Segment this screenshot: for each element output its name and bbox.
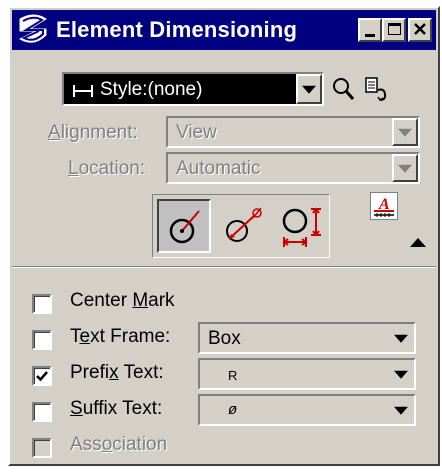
association-label: Association xyxy=(70,434,168,455)
chevron-down-icon[interactable] xyxy=(394,334,408,343)
association-checkbox[interactable] xyxy=(32,438,52,458)
title-bar[interactable]: Element Dimensioning xyxy=(12,10,436,50)
suffix-text-label: Suffix Text: xyxy=(70,398,163,419)
close-icon xyxy=(413,21,427,43)
chevron-down-icon xyxy=(302,85,316,94)
diameter-dimension-icon xyxy=(221,203,265,253)
location-label: Location: xyxy=(68,158,146,179)
collapse-arrow-icon[interactable] xyxy=(410,238,426,247)
location-select[interactable]: Automatic xyxy=(166,152,420,184)
minimize-button[interactable] xyxy=(358,18,382,42)
dimension-style-value: Style:(none) xyxy=(100,79,203,100)
location-value: Automatic xyxy=(176,158,261,179)
close-button[interactable] xyxy=(408,18,432,42)
text-style-icon[interactable]: A xyxy=(370,192,398,220)
style-dropdown-button[interactable] xyxy=(296,74,322,104)
style-manager-icon[interactable] xyxy=(364,76,390,110)
text-frame-label: Text Frame: xyxy=(70,326,171,347)
prefix-text-label: Prefix Text: xyxy=(70,362,164,383)
chevron-down-icon xyxy=(398,128,412,137)
diameter-tool-button[interactable] xyxy=(215,199,269,253)
maximize-button[interactable] xyxy=(382,18,406,42)
prefix-text-value: R xyxy=(228,368,238,383)
search-icon[interactable] xyxy=(332,76,356,108)
prefix-text-select[interactable]: R xyxy=(198,358,416,390)
alignment-value: View xyxy=(176,122,217,143)
prefix-text-checkbox[interactable] xyxy=(32,366,52,386)
alignment-select[interactable]: View xyxy=(166,116,420,148)
element-dimensioning-window: Element Dimensioning Style:(none) Alignm… xyxy=(8,6,440,466)
minimize-icon xyxy=(365,34,375,37)
dimension-tool-group xyxy=(152,194,330,258)
chevron-down-icon[interactable] xyxy=(394,406,408,415)
dimension-style-select[interactable]: Style:(none) xyxy=(62,72,324,106)
microstation-logo-icon xyxy=(16,13,52,47)
alignment-label: Alignment: xyxy=(48,122,138,143)
maximize-icon xyxy=(388,23,401,35)
text-frame-checkbox[interactable] xyxy=(32,330,52,350)
suffix-text-select[interactable]: ø xyxy=(198,394,416,426)
dimension-style-icon xyxy=(72,82,94,104)
linear-radius-tool-button[interactable] xyxy=(157,199,211,253)
location-dropdown-button[interactable] xyxy=(392,154,418,182)
suffix-text-checkbox[interactable] xyxy=(32,402,52,422)
text-frame-value: Box xyxy=(208,328,241,349)
checkmark-icon xyxy=(36,371,48,382)
window-title: Element Dimensioning xyxy=(56,17,298,42)
alignment-dropdown-button[interactable] xyxy=(392,118,418,146)
center-mark-checkbox[interactable] xyxy=(32,294,52,314)
radius-dimension-icon xyxy=(165,207,205,253)
section-divider xyxy=(12,266,436,268)
diameter-extension-icon xyxy=(277,203,325,257)
diameter-extended-tool-button[interactable] xyxy=(273,199,327,253)
chevron-down-icon xyxy=(398,164,412,173)
suffix-text-value: ø xyxy=(228,401,238,418)
center-mark-label: Center Mark xyxy=(70,290,175,311)
text-frame-select[interactable]: Box xyxy=(198,322,416,354)
chevron-down-icon[interactable] xyxy=(394,370,408,379)
